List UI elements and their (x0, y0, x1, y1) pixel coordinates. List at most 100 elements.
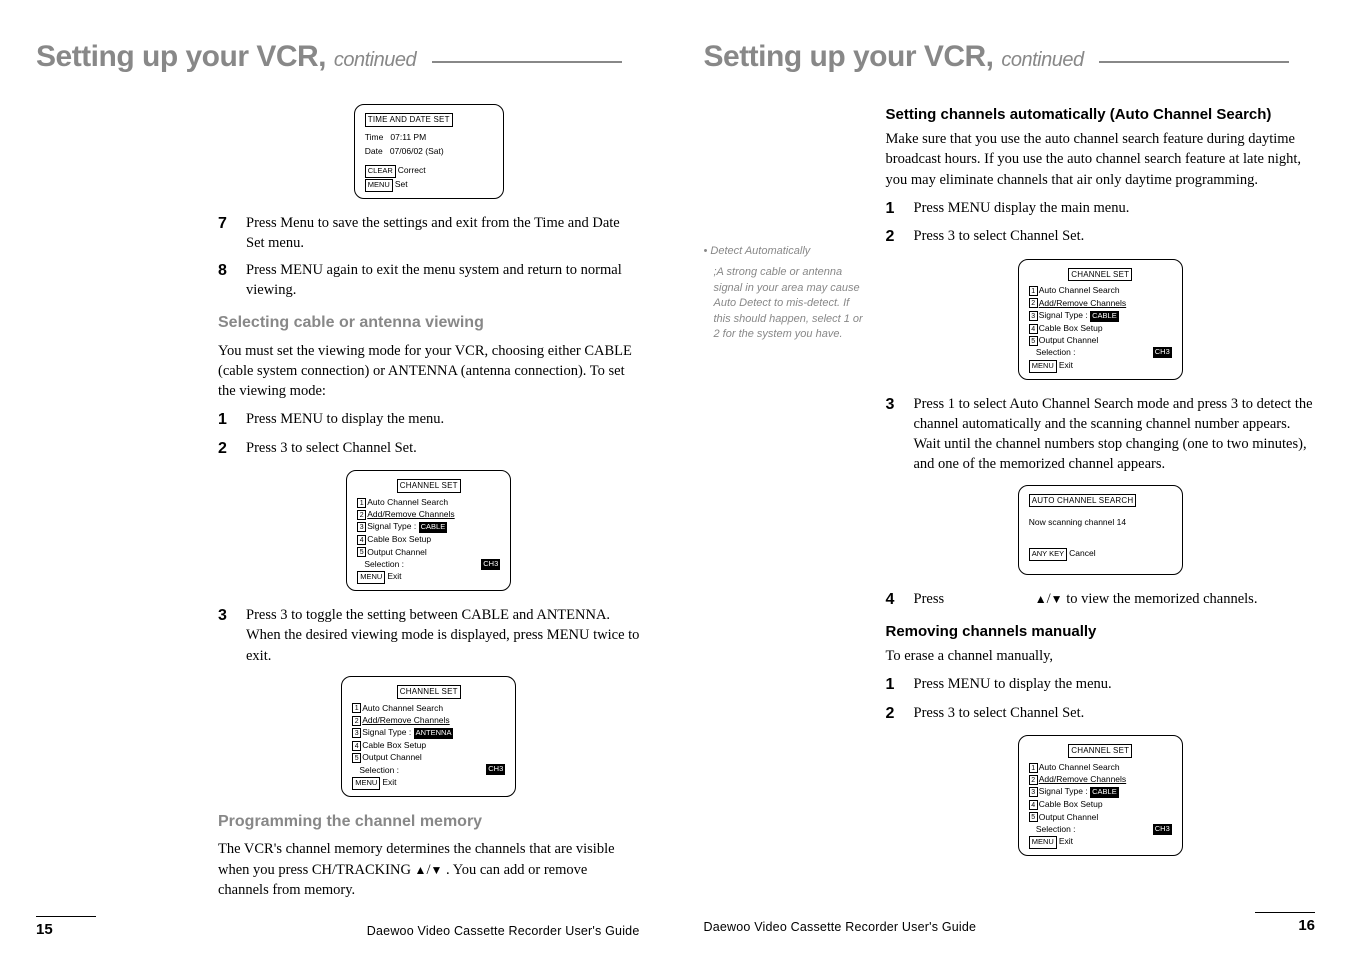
rem-step-1: 1 Press MENU to display the menu. (886, 674, 1316, 696)
step-text: Press 3 to toggle the setting between CA… (246, 605, 640, 666)
step4-a: Press (914, 591, 945, 607)
auto-body: Make sure that you use the auto channel … (886, 129, 1316, 190)
osd-value-inverse: CABLE (419, 522, 448, 533)
osd-row: Add/Remove Channels (362, 715, 449, 725)
triangle-down-icon: ▼ (1051, 592, 1063, 606)
sel-step-2: 2 Press 3 to select Channel Set. (218, 438, 640, 460)
osd-row: Output Channel (1039, 812, 1099, 822)
osd-row: Add/Remove Channels (367, 509, 454, 519)
section-title: Setting up your VCR, continued (704, 40, 1092, 73)
osd-row: Output Channel (362, 752, 422, 762)
left-margin-note: • Detect Automatically ;A strong cable o… (704, 94, 864, 904)
footer-guide: Daewoo Video Cassette Recorder User's Gu… (704, 920, 977, 934)
osd-channel-set-cable: CHANNEL SET 1Auto Channel Search 2Add/Re… (346, 470, 511, 591)
page-number: 15 (36, 921, 53, 938)
step-number: 4 (886, 589, 902, 611)
title-continued: continued (1001, 49, 1083, 71)
menu-label: Set (395, 179, 408, 189)
step-8: 8 Press MENU again to exit the menu syst… (218, 260, 640, 301)
date-label: Date (365, 146, 383, 156)
osd-row: Signal Type : (367, 521, 416, 531)
osd-row: Cable Box Setup (367, 534, 431, 544)
menu-key: MENU (352, 777, 380, 790)
osd-row: Add/Remove Channels (1039, 298, 1126, 308)
osd-row: Signal Type : (1039, 310, 1088, 320)
anykey-label: Cancel (1069, 548, 1095, 558)
auto-step-3: 3 Press 1 to select Auto Channel Search … (886, 394, 1316, 475)
auto-step-4: 4 Press ▲/▼ to view the memorized channe… (886, 589, 1316, 611)
osd-row: Selection : (1036, 347, 1076, 357)
osd-channel-set-2: CHANNEL SET 1Auto Channel Search 2Add/Re… (1018, 735, 1183, 856)
osd-value-inverse: CH3 (486, 764, 505, 775)
footer: 15 Daewoo Video Cassette Recorder User's… (36, 908, 640, 938)
osd-row: Auto Channel Search (1039, 285, 1120, 295)
left-margin (36, 94, 196, 908)
footer-guide: Daewoo Video Cassette Recorder User's Gu… (367, 924, 640, 938)
step-number: 7 (218, 213, 234, 254)
selecting-body: You must set the viewing mode for your V… (218, 341, 640, 402)
date-value: 07/06/02 (Sat) (390, 146, 444, 156)
step-text: Press MENU to display the menu. (914, 674, 1316, 696)
menu-label: Exit (1059, 360, 1073, 370)
removing-body: To erase a channel manually, (886, 646, 1316, 666)
osd-row: Output Channel (1039, 335, 1099, 345)
main-column: Setting channels automatically (Auto Cha… (886, 94, 1316, 904)
step-number: 3 (886, 394, 902, 475)
page-left: Setting up your VCR, continued TIME AND … (0, 0, 676, 954)
menu-key: MENU (1029, 836, 1057, 849)
osd-row: Output Channel (367, 547, 427, 557)
osd-row: Auto Channel Search (362, 703, 443, 713)
osd-title: CHANNEL SET (397, 685, 461, 699)
osd-row: Cable Box Setup (1039, 799, 1103, 809)
page-title-row: Setting up your VCR, continued (704, 40, 1316, 74)
osd-value-inverse: ANTENNA (414, 728, 454, 739)
subhead-selecting: Selecting cable or antenna viewing (218, 312, 640, 334)
title-rule (1099, 61, 1289, 63)
menu-key: MENU (365, 179, 393, 192)
title-main: Setting up your VCR, (36, 40, 326, 73)
title-rule (432, 61, 622, 63)
osd-auto-search: AUTO CHANNEL SEARCH Now scanning channel… (1018, 485, 1183, 575)
section-title: Setting up your VCR, continued (36, 40, 424, 73)
osd-title: TIME AND DATE SET (365, 113, 453, 127)
note-title: • Detect Automatically (704, 244, 864, 259)
osd-title: CHANNEL SET (1068, 268, 1132, 282)
scan-line: Now scanning channel 14 (1029, 510, 1172, 546)
menu-label: Exit (382, 777, 396, 787)
menu-label: Exit (1059, 836, 1073, 846)
step-text: Press 3 to select Channel Set. (914, 703, 1316, 725)
osd-row: Selection : (364, 559, 404, 569)
title-continued: continued (334, 49, 416, 71)
step-number: 8 (218, 260, 234, 301)
step-number: 2 (218, 438, 234, 460)
menu-label: Exit (387, 571, 401, 581)
osd-value-inverse: CH3 (1153, 347, 1172, 358)
step-number: 2 (886, 226, 902, 248)
osd-row: Auto Channel Search (1039, 762, 1120, 772)
page-right: Setting up your VCR, continued • Detect … (676, 0, 1351, 954)
osd-value-inverse: CABLE (1090, 311, 1119, 322)
time-value: 07:11 PM (390, 132, 426, 142)
page-number: 16 (1298, 917, 1315, 934)
subhead-programming: Programming the channel memory (218, 811, 640, 833)
clear-label: Correct (398, 165, 426, 175)
step-text: Press 1 to select Auto Channel Search mo… (914, 394, 1316, 475)
auto-step-2: 2 Press 3 to select Channel Set. (886, 226, 1316, 248)
osd-row: Selection : (1036, 824, 1076, 834)
step-text: Press MENU again to exit the menu system… (246, 260, 640, 301)
step-number: 1 (886, 674, 902, 696)
triangle-down-icon: ▼ (430, 863, 442, 877)
osd-title: AUTO CHANNEL SEARCH (1029, 494, 1137, 508)
osd-row: Signal Type : (1039, 786, 1088, 796)
triangle-up-icon: ▲ (415, 863, 427, 877)
osd-row: Cable Box Setup (362, 740, 426, 750)
step-text: Press MENU display the main menu. (914, 198, 1316, 220)
sel-step-1: 1 Press MENU to display the menu. (218, 409, 640, 431)
osd-row: Auto Channel Search (367, 497, 448, 507)
osd-row: Selection : (359, 765, 399, 775)
menu-key: MENU (357, 571, 385, 584)
step-7: 7 Press Menu to save the settings and ex… (218, 213, 640, 254)
clear-key: CLEAR (365, 165, 396, 178)
step-number: 1 (886, 198, 902, 220)
osd-title: CHANNEL SET (1068, 744, 1132, 758)
